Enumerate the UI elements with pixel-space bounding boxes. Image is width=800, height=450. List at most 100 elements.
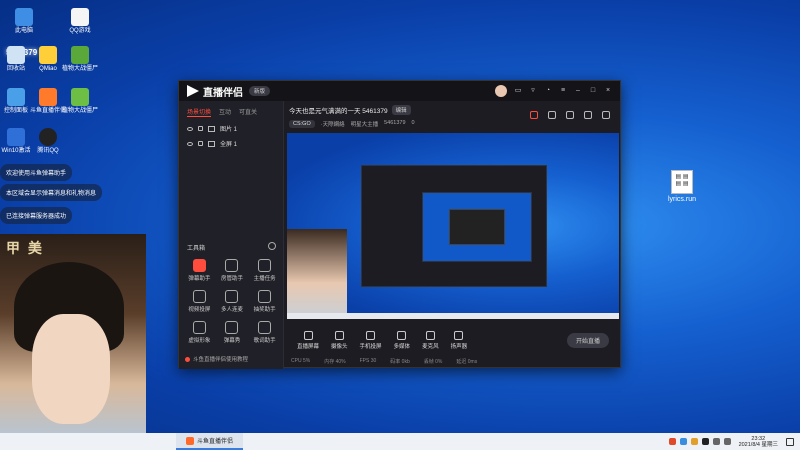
system-tray: 23:32 2021/8/4 星期三 (668, 436, 800, 448)
desktop-icon-pvz-2[interactable]: 植物大战僵尸 (60, 88, 100, 115)
tool-video-cast[interactable]: 视频投屏 (183, 290, 216, 313)
notification-icon[interactable] (584, 111, 592, 119)
control-microphone[interactable]: 麦克风 (422, 330, 439, 350)
start-stream-button[interactable]: 开始直播 (566, 332, 609, 348)
minimize-icon[interactable]: – (574, 87, 582, 95)
desktop-icon-qq-game[interactable]: QQ游戏 (60, 8, 100, 35)
desktop-icon-lyrics[interactable]: ▤ ▤ ▤ ▤ lyrics.run (664, 170, 700, 203)
volume-icon[interactable] (723, 438, 731, 445)
gear-icon[interactable] (268, 242, 276, 250)
scene-item[interactable]: 图片 1 (179, 121, 283, 136)
desktop-icon-tencent-qq[interactable]: 腾讯QQ (28, 128, 68, 155)
control-screen[interactable]: 直播屏幕 (297, 330, 319, 350)
close-icon[interactable]: × (604, 87, 612, 95)
control-camera[interactable]: 摄像头 (331, 330, 348, 350)
tool-danmaku-show[interactable]: 弹幕秀 (216, 321, 249, 344)
background-sign: 甲 美 (6, 240, 44, 256)
scene-item[interactable]: 全屏 1 (179, 136, 283, 151)
tab-scene-switch[interactable]: 场景切换 (187, 107, 212, 117)
viewer-count: 0 (411, 120, 415, 126)
notification-center-icon[interactable] (786, 437, 794, 446)
tutorial-link[interactable]: 斗鱼直播伴侣使用教程 (185, 355, 248, 363)
webcam-overlay: 甲 美 (0, 234, 146, 434)
lock-icon[interactable] (198, 141, 203, 146)
preview-app-window (361, 165, 547, 287)
danmaku-icon (192, 259, 206, 272)
chat-message: 欢迎使用斗鱼弹幕助手 (0, 164, 73, 181)
chat-message: 已连接弹幕服务器成功 (0, 207, 73, 224)
computer-icon (15, 8, 33, 26)
microphone-icon (425, 330, 435, 340)
network-icon[interactable] (712, 438, 720, 445)
preview-nested-window-deep (449, 209, 505, 245)
category-sub: ·天際網絡 (320, 122, 345, 128)
message-icon[interactable]: ▭ (514, 87, 522, 95)
plants-game-icon (71, 46, 89, 64)
tray-app-icon[interactable] (668, 438, 676, 445)
category-chip[interactable]: CS:GO (289, 120, 315, 128)
avatar-icon (192, 321, 206, 334)
tool-lyrics[interactable]: 歌词助手 (248, 321, 281, 344)
chat-icon[interactable] (566, 111, 574, 119)
taskbar-item-douyu[interactable]: 斗鱼直播伴侣 (176, 433, 244, 450)
media-icon (397, 330, 407, 340)
task-icon (258, 259, 272, 272)
control-phone-cast[interactable]: 手机投屏 (360, 330, 382, 350)
desktop-icon-this-pc[interactable]: 此电脑 (4, 8, 44, 35)
control-speaker[interactable]: 扬声器 (451, 330, 467, 350)
recycle-bin-icon (7, 46, 25, 64)
person-face (32, 314, 110, 424)
lock-icon[interactable] (198, 126, 203, 131)
eye-icon[interactable] (187, 141, 193, 146)
douyu-companion-window: 直播伴侣 新版 ▭ ▿ ◔ ≡ – □ × 场景切换 互动 可直关 图片 1 全… (178, 80, 621, 369)
source-controls: 直播屏幕 摄像头 手机投屏 多媒体 麦克风 扬声器 开始直播 (287, 325, 619, 355)
share-icon[interactable] (602, 111, 610, 119)
tool-lottery[interactable]: 抽奖助手 (248, 290, 281, 313)
show-icon (225, 321, 239, 334)
edit-button[interactable]: 编辑 (391, 105, 411, 115)
tool-streamer-tasks[interactable]: 主播任务 (248, 259, 281, 282)
taskbar: 斗鱼直播伴侣 23:32 2021/8/4 星期三 (0, 433, 800, 450)
room-actions (530, 111, 610, 119)
preview-nested-window (422, 192, 532, 262)
room-tag: 明星大主播 (350, 122, 379, 128)
mic-link-icon (225, 290, 239, 303)
eye-icon[interactable] (187, 126, 193, 131)
douyu-icon (186, 436, 194, 445)
tray-app-icon[interactable] (690, 438, 698, 445)
admin-icon (225, 259, 239, 272)
plants-game-icon (71, 88, 89, 106)
calendar-icon[interactable] (548, 111, 556, 119)
version-badge[interactable]: 新版 (249, 86, 271, 96)
toolbox-title: 工具箱 (187, 246, 206, 252)
tool-avatar[interactable]: 虚拟形象 (183, 321, 216, 344)
user-avatar[interactable] (495, 85, 507, 97)
windows-icon (7, 128, 25, 146)
phone-icon (366, 330, 376, 340)
status-dot-icon (185, 356, 190, 362)
title-bar: 直播伴侣 新版 ▭ ▿ ◔ ≡ – □ × (179, 81, 620, 101)
maximize-icon[interactable]: □ (589, 87, 597, 95)
tray-app-icon[interactable] (701, 438, 709, 445)
tool-room-admin[interactable]: 房管助手 (216, 259, 249, 282)
preview-webcam (287, 229, 347, 319)
tray-app-icon[interactable] (679, 438, 687, 445)
scene-tabs: 场景切换 互动 可直关 (179, 101, 283, 121)
tool-multi-mic[interactable]: 多人连麦 (216, 290, 249, 313)
left-panel: 场景切换 互动 可直关 图片 1 全屏 1 工具箱 弹幕助手 房管助手 主播任务… (179, 101, 284, 369)
control-media[interactable]: 多媒体 (394, 330, 410, 350)
tab-interact[interactable]: 互动 (219, 107, 231, 117)
gift-icon (258, 290, 272, 303)
shirt-icon[interactable]: ▿ (529, 87, 537, 95)
tab-other[interactable]: 可直关 (239, 107, 257, 117)
clock[interactable]: 23:32 2021/8/4 星期三 (739, 436, 778, 448)
gift-box-icon[interactable] (530, 111, 538, 119)
speaker-icon (454, 330, 464, 340)
menu-icon[interactable]: ≡ (559, 87, 567, 95)
bell-icon[interactable]: ◔ (544, 87, 552, 95)
stream-preview[interactable] (287, 133, 619, 319)
tool-danmaku-helper[interactable]: 弹幕助手 (183, 259, 216, 282)
desktop-icon-pvz-1[interactable]: 植物大战僵尸 (60, 46, 100, 73)
room-id: 5461379 (384, 120, 406, 126)
control-panel-icon (7, 88, 25, 106)
